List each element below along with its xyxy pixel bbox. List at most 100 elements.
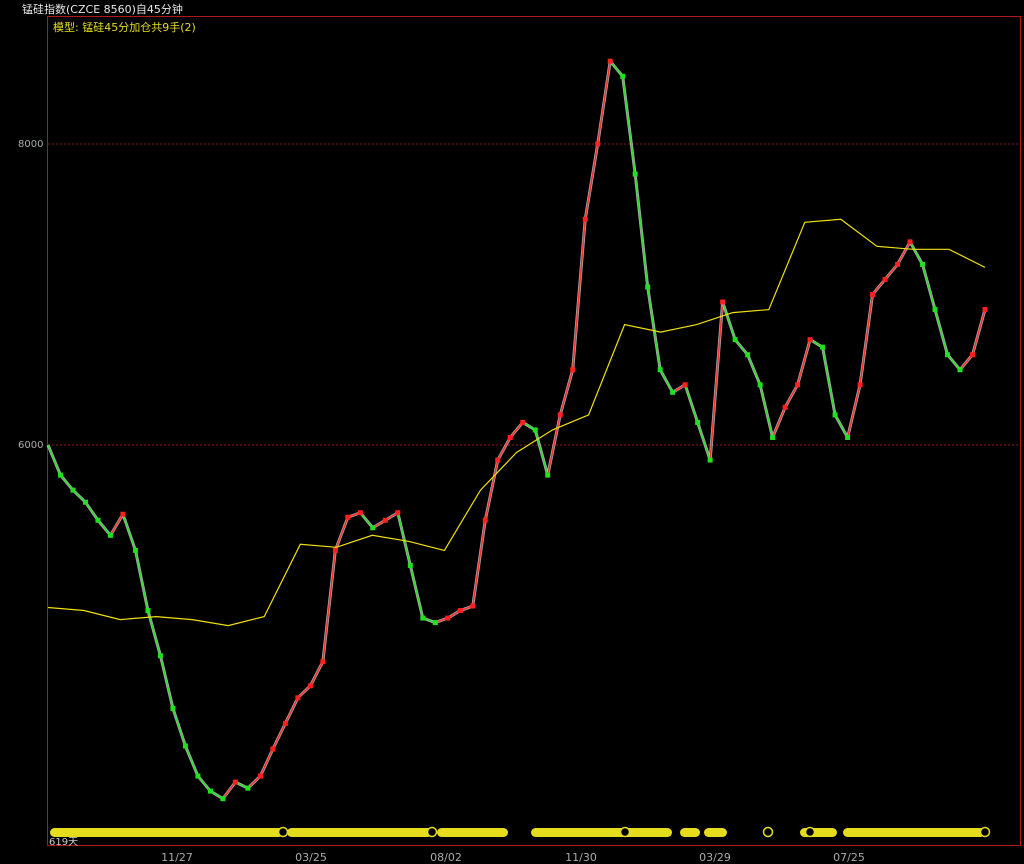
sell-marker (245, 785, 251, 791)
model-line (47, 218, 986, 627)
trend-segment (409, 565, 424, 619)
buy-marker (495, 457, 501, 463)
buy-marker (795, 382, 801, 388)
trend-segment (859, 294, 874, 385)
buy-marker (345, 514, 351, 520)
buy-marker (270, 746, 276, 752)
trend-segment (596, 61, 611, 145)
signal-bar (50, 826, 991, 838)
trend-segment (646, 286, 661, 370)
buy-marker (520, 419, 526, 425)
sell-marker (707, 457, 713, 463)
sell-marker (145, 608, 151, 614)
sell-marker (57, 472, 63, 478)
buy-marker (782, 404, 788, 410)
trend-segment (759, 384, 774, 438)
trend-segment (484, 459, 499, 521)
trend-segment (696, 422, 711, 461)
trend-segment (47, 444, 62, 476)
trend-segment (134, 550, 149, 611)
buy-marker (332, 547, 338, 553)
sell-marker (657, 367, 663, 373)
sell-marker (732, 337, 738, 343)
trend-segment (122, 513, 137, 551)
trend-segment (559, 369, 574, 416)
signal-node (804, 826, 816, 838)
sell-marker (845, 434, 851, 440)
trend-segment (846, 384, 861, 438)
trend-segment (184, 745, 199, 777)
signal-node (762, 826, 774, 838)
sell-marker (757, 382, 763, 388)
trend-segment (497, 437, 511, 461)
sell-marker (645, 284, 651, 290)
trend-segment (397, 512, 412, 566)
trend-segment (746, 354, 761, 386)
sell-marker (832, 412, 838, 418)
buy-marker (882, 276, 888, 282)
sell-marker (107, 532, 113, 538)
trend-segment (159, 655, 174, 709)
signal-segment (680, 828, 700, 837)
trend-segment (771, 407, 786, 438)
sell-marker (70, 487, 76, 493)
trend-segment (921, 264, 936, 310)
sell-marker (132, 547, 138, 553)
sell-marker (670, 389, 676, 395)
trend-segment (571, 219, 586, 370)
trend-segment (172, 708, 187, 747)
trend-segment (621, 76, 636, 175)
trend-segment (272, 723, 287, 750)
signal-segment (287, 828, 432, 837)
trend-segment (284, 697, 299, 724)
sell-marker (170, 705, 176, 711)
sell-marker (532, 427, 538, 433)
buy-marker (682, 382, 688, 388)
price-layer (46, 60, 987, 800)
trend-segment (322, 550, 337, 662)
sell-marker (632, 171, 638, 177)
trend-segment (821, 347, 836, 416)
sell-marker (957, 367, 963, 373)
sell-marker (770, 434, 776, 440)
sell-marker (695, 419, 701, 425)
buy-marker (307, 683, 313, 689)
sell-marker (920, 261, 926, 267)
buy-marker (445, 615, 451, 621)
signal-node (277, 826, 289, 838)
signal-segment (843, 828, 985, 837)
buy-marker (470, 603, 476, 609)
trend-segment (109, 513, 124, 536)
trend-segment (472, 520, 487, 607)
buy-marker (382, 517, 388, 523)
trend-segment (721, 301, 736, 340)
sell-marker (545, 472, 551, 478)
sell-marker (195, 773, 201, 779)
buy-marker (232, 779, 238, 785)
trend-segment (834, 414, 849, 438)
buy-marker (482, 517, 488, 523)
price-chart[interactable] (0, 0, 1024, 863)
trend-segment (909, 241, 924, 265)
signal-node (979, 826, 991, 838)
trend-segment (971, 309, 986, 355)
trend-segment (709, 301, 724, 461)
sell-marker (207, 788, 213, 794)
buy-marker (357, 510, 363, 516)
model-layer (47, 218, 986, 627)
trend-segment (634, 174, 649, 288)
buy-marker (295, 695, 301, 701)
buy-marker (907, 239, 913, 245)
sell-marker (407, 562, 413, 568)
sell-marker (370, 525, 376, 531)
buy-marker (457, 608, 463, 614)
signal-node (619, 826, 631, 838)
sell-marker (420, 615, 426, 621)
buy-marker (982, 307, 988, 313)
sell-marker (945, 352, 951, 358)
buy-marker (320, 659, 326, 665)
buy-marker (257, 773, 263, 779)
trend-segment (784, 384, 799, 408)
buy-marker (582, 216, 588, 222)
buy-marker (807, 337, 813, 343)
